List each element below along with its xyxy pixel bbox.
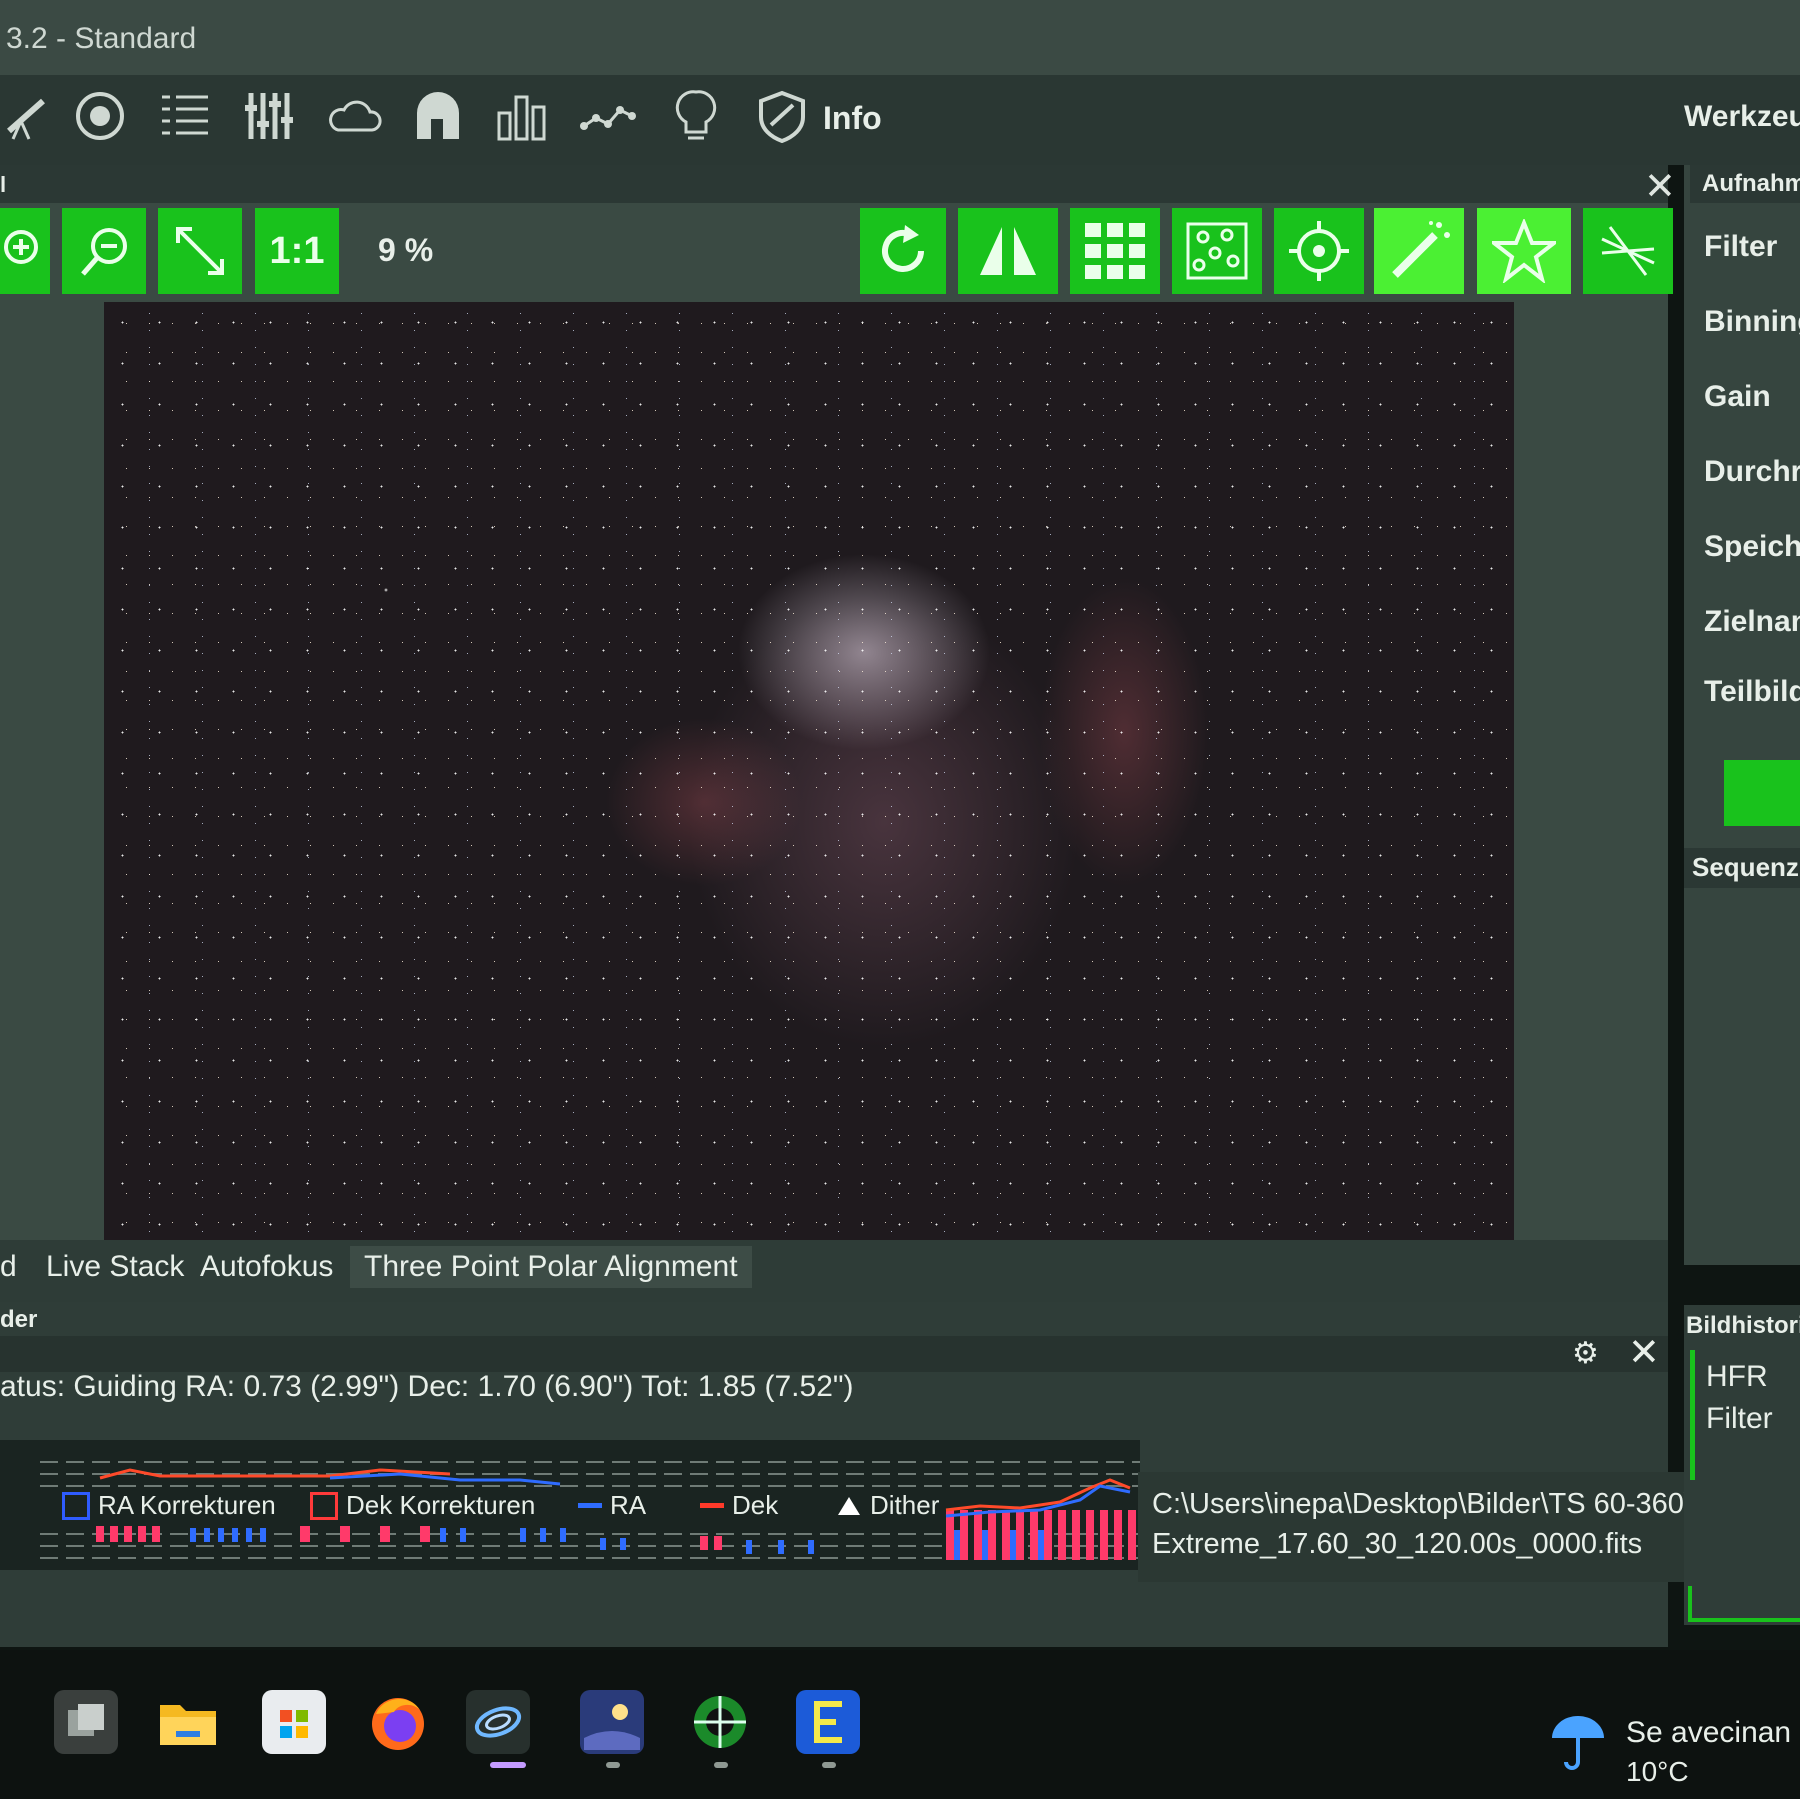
zoom-in-button[interactable]	[0, 208, 50, 294]
running-app-indicator	[822, 1762, 836, 1768]
shield-icon[interactable]	[754, 88, 810, 144]
temperature-text[interactable]: 10°C	[1626, 1756, 1689, 1788]
zoom-in-icon	[4, 230, 38, 264]
zoom-level-label: 9 %	[378, 232, 434, 268]
grid-button[interactable]	[1070, 208, 1160, 294]
info-menu-label[interactable]: Info	[823, 100, 882, 137]
exposure-label[interactable]: Durchr	[1704, 455, 1800, 489]
legend-ra-corrections: RA Korrekturen	[62, 1490, 276, 1521]
triangle-icon	[838, 1496, 860, 1515]
sequence-panel-title: Sequenz	[1692, 852, 1799, 882]
phd2-icon[interactable]	[688, 1690, 752, 1754]
close-icon[interactable]: ✕	[1628, 1330, 1660, 1375]
list-icon[interactable]	[157, 88, 213, 144]
nina-icon[interactable]	[466, 1690, 530, 1754]
bar-chart-icon[interactable]	[494, 88, 550, 144]
legend-dash-icon	[700, 1503, 724, 1508]
image-panel-header	[0, 165, 1668, 203]
legend-box-icon	[310, 1491, 338, 1520]
sliders-icon[interactable]	[240, 88, 296, 144]
title-bar: 3.2 - Standard	[0, 0, 1800, 75]
editor-icon[interactable]	[796, 1690, 860, 1754]
tab-autofocus[interactable]: Autofokus	[200, 1250, 333, 1284]
filter-label[interactable]: Filter	[1704, 230, 1777, 264]
crosshair-button[interactable]	[1274, 208, 1364, 294]
auto-stretch-wand-button[interactable]	[1374, 208, 1464, 294]
zoom-out-icon	[81, 228, 127, 276]
crosshair-icon	[1289, 221, 1349, 281]
tooltip-filename-line: Extreme_17.60_30_120.00s_0000.fits	[1152, 1528, 1643, 1560]
running-app-indicator	[606, 1762, 620, 1768]
store-icon[interactable]	[262, 1690, 326, 1754]
cloud-icon[interactable]	[326, 88, 382, 144]
star-detection-button[interactable]	[1172, 208, 1262, 294]
rotate-icon	[882, 225, 924, 272]
gear-icon[interactable]: ⚙	[1572, 1336, 1599, 1371]
star-icon	[1492, 219, 1556, 283]
expand-arrows-icon	[176, 227, 224, 275]
legend-dash-icon	[578, 1503, 602, 1508]
zoom-out-button[interactable]	[62, 208, 146, 294]
guider-status-text: atus: Guiding RA: 0.73 (2.99") Dec: 1.70…	[0, 1370, 854, 1403]
auto-stretch-button[interactable]	[860, 208, 946, 294]
save-label[interactable]: Speiche	[1704, 530, 1800, 564]
diffraction-spikes-icon	[1601, 226, 1655, 276]
file-explorer-icon[interactable]	[156, 1690, 220, 1754]
history-hfr-option[interactable]: HFR	[1706, 1360, 1768, 1394]
history-bottom-frame	[1688, 1586, 1800, 1622]
tools-menu-label[interactable]: Werkzeu	[1684, 100, 1800, 134]
bulb-icon[interactable]	[668, 88, 724, 144]
target-icon[interactable]	[72, 88, 128, 144]
fit-to-screen-button[interactable]	[158, 208, 242, 294]
stars-scatter-icon	[1186, 222, 1248, 280]
graph-icon[interactable]	[580, 88, 636, 144]
capture-button[interactable]	[1724, 760, 1800, 826]
star-annotation-button[interactable]	[1477, 208, 1571, 294]
tab-three-point-polar-alignment[interactable]: Three Point Polar Alignment	[350, 1246, 752, 1288]
image-panel-title: l	[0, 172, 7, 197]
guider-title: der	[0, 1306, 38, 1333]
imaging-panel-title: Aufnahm	[1702, 170, 1800, 197]
legend-ra: RA	[578, 1490, 646, 1521]
telescope-icon[interactable]	[0, 88, 56, 144]
grid-icon	[1085, 223, 1145, 279]
close-icon[interactable]: ✕	[1644, 164, 1676, 209]
bahtinov-button[interactable]	[1583, 208, 1673, 294]
weather-forecast-text[interactable]: Se avecinan	[1626, 1716, 1791, 1750]
gain-label[interactable]: Gain	[1704, 380, 1771, 414]
history-filter-option[interactable]: Filter	[1706, 1402, 1773, 1436]
guider-header-bar	[0, 1336, 1668, 1372]
target-name-label[interactable]: Zielnan	[1704, 605, 1800, 639]
binning-label[interactable]: Binning	[1704, 305, 1800, 339]
running-app-indicator	[714, 1762, 728, 1768]
legend-box-icon	[62, 1491, 90, 1520]
stellarium-icon[interactable]	[580, 1690, 644, 1754]
legend-dither: Dither	[836, 1490, 939, 1521]
observatory-icon[interactable]	[410, 88, 466, 144]
one-to-one-button[interactable]: 1:1	[255, 208, 339, 294]
tab-image[interactable]: d	[0, 1250, 17, 1284]
magic-wand-icon	[1392, 221, 1450, 278]
firefox-icon[interactable]	[366, 1690, 430, 1754]
subframe-label[interactable]: Teilbild	[1704, 675, 1800, 709]
task-view-icon[interactable]	[54, 1690, 118, 1754]
active-app-indicator	[490, 1762, 526, 1768]
flip-icon	[980, 227, 1036, 275]
window-title: 3.2 - Standard	[6, 22, 197, 55]
astro-image[interactable]	[104, 302, 1514, 1262]
legend-dec: Dek	[700, 1490, 778, 1521]
flip-button[interactable]	[958, 208, 1058, 294]
weather-rain-icon[interactable]	[1546, 1708, 1610, 1777]
legend-dec-corrections: Dek Korrekturen	[310, 1490, 535, 1521]
image-history-title: Bildhistori	[1686, 1312, 1800, 1339]
tab-live-stack[interactable]: Live Stack	[46, 1250, 184, 1284]
